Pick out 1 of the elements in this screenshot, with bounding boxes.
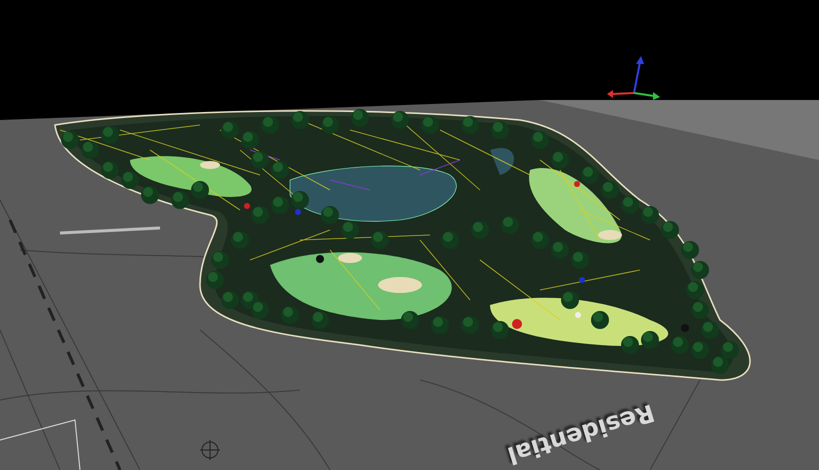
axis-gizmo-icon	[607, 56, 660, 100]
